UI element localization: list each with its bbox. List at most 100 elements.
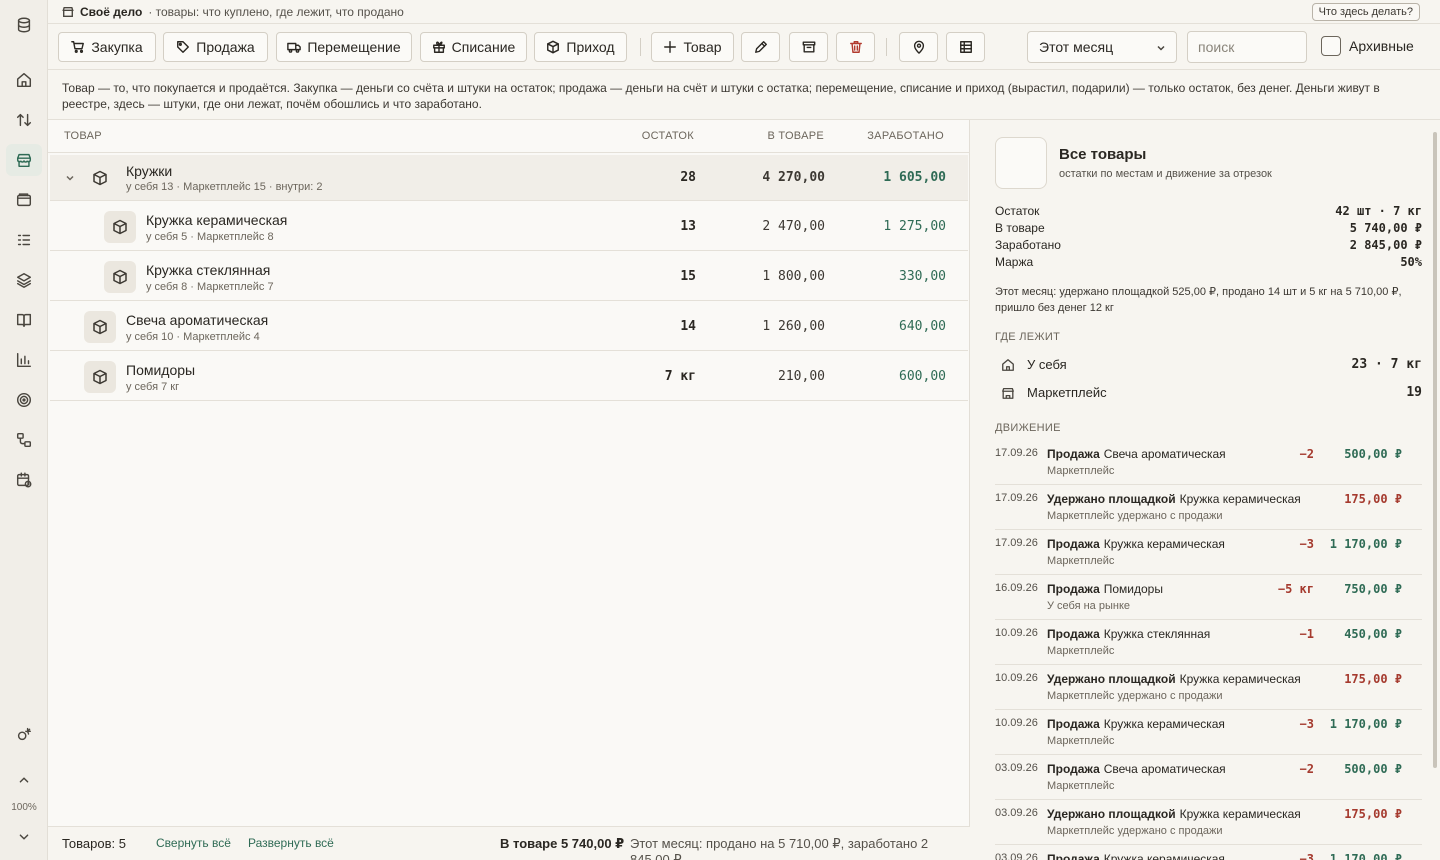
movement-item: Кружка керамическая bbox=[1179, 807, 1301, 821]
panel-scrollbar[interactable] bbox=[1433, 132, 1437, 768]
table-row[interactable]: Кружка стеклянная у себя 8 · Маркетплейс… bbox=[50, 252, 968, 301]
archive-toggle[interactable]: Архивные bbox=[1321, 36, 1414, 56]
bar-chart-icon[interactable] bbox=[6, 344, 42, 376]
home-icon[interactable] bbox=[6, 64, 42, 96]
location-button[interactable] bbox=[899, 32, 938, 62]
item-name: Кружки bbox=[126, 163, 173, 179]
move-button[interactable]: Перемещение bbox=[276, 32, 412, 62]
app-name: Своё дело bbox=[80, 4, 143, 19]
item-stock: 28 bbox=[680, 170, 696, 185]
movement-date: 10.09.26 bbox=[995, 717, 1038, 729]
help-button[interactable]: Что здесь делать? bbox=[1311, 3, 1420, 21]
database-icon[interactable] bbox=[6, 9, 42, 41]
item-name: Помидоры bbox=[126, 362, 196, 378]
movement-date: 17.09.26 bbox=[995, 492, 1038, 504]
target-icon[interactable] bbox=[6, 384, 42, 416]
details-panel: Все товары остатки по местам и движение … bbox=[971, 120, 1440, 860]
flow-icon[interactable] bbox=[6, 424, 42, 456]
chevron-down-icon[interactable] bbox=[65, 173, 75, 183]
movement-location: Маркетплейс bbox=[1047, 465, 1115, 477]
period-select[interactable]: Этот месяц bbox=[1027, 31, 1177, 63]
table-row[interactable]: Помидоры у себя 7 кг 7 кг 210,00 600,00 bbox=[50, 352, 968, 401]
movement-row[interactable]: 10.09.26 Продажа Кружка керамическая Маркет… bbox=[995, 710, 1422, 755]
calendar-clock-icon[interactable] bbox=[6, 464, 42, 496]
search-input[interactable] bbox=[1187, 31, 1307, 63]
movement-row[interactable]: 17.09.26 Продажа Кружка керамическая Маркет… bbox=[995, 530, 1422, 575]
movement-row[interactable]: 17.09.26 Продажа Свеча ароматическая Маркет… bbox=[995, 440, 1422, 485]
table-row-group[interactable]: Кружки у себя 13 · Маркетплейс 15 · внут… bbox=[50, 155, 968, 201]
expand-all-link[interactable]: Развернуть всё bbox=[248, 836, 334, 850]
movement-row[interactable]: 17.09.26 Удержано площадкой Кружка керамич… bbox=[995, 485, 1422, 530]
panel-title: Все товары bbox=[1059, 146, 1147, 163]
book-icon[interactable] bbox=[6, 304, 42, 336]
list-icon[interactable] bbox=[6, 224, 42, 256]
movement-title: Удержано площадкой Кружка керамическая bbox=[1047, 492, 1301, 506]
item-earned: 1 275,00 bbox=[883, 219, 946, 234]
collapse-all-link[interactable]: Свернуть всё bbox=[156, 836, 231, 850]
location-row[interactable]: У себя 23 · 7 кг bbox=[995, 353, 1422, 379]
store-icon[interactable] bbox=[6, 144, 42, 176]
archive-checkbox[interactable] bbox=[1321, 36, 1341, 56]
location-row[interactable]: Маркетплейс 19 bbox=[995, 381, 1422, 407]
zoom-out-chevron-icon[interactable] bbox=[6, 821, 42, 853]
table-row[interactable]: Свеча ароматическая у себя 10 · Маркетпл… bbox=[50, 302, 968, 351]
movement-row[interactable]: 03.09.26 Продажа Свеча ароматическая Маркет… bbox=[995, 755, 1422, 800]
movement-item: Свеча ароматическая bbox=[1103, 447, 1226, 461]
item-locations: у себя 13 · Маркетплейс 15 · внутри: 2 bbox=[126, 181, 323, 193]
total-value: В товаре 5 740,00 ₽ bbox=[500, 836, 625, 851]
income-button[interactable]: Приход bbox=[534, 32, 627, 62]
archive-icon bbox=[802, 41, 815, 53]
table-header: ТОВАР ОСТАТОК В ТОВАРЕ ЗАРАБОТАНО bbox=[48, 120, 970, 153]
table-row[interactable]: Кружка керамическая у себя 5 · Маркетпле… bbox=[50, 202, 968, 251]
zoom-in-chevron-icon[interactable] bbox=[6, 764, 42, 796]
movement-row[interactable]: 10.09.26 Продажа Кружка стеклянная Маркетпл… bbox=[995, 620, 1422, 665]
movement-row[interactable]: 16.09.26 Продажа Помидоры У себя на рынке −5… bbox=[995, 575, 1422, 620]
movement-date: 03.09.26 bbox=[995, 852, 1038, 860]
movement-qty: −1 bbox=[1299, 627, 1314, 641]
movement-kind: Продажа bbox=[1047, 582, 1100, 596]
purchase-button[interactable]: Закупка bbox=[58, 32, 156, 62]
wallet-icon[interactable] bbox=[6, 184, 42, 216]
movement-qty: −3 bbox=[1299, 852, 1314, 860]
item-value: 1 800,00 bbox=[762, 269, 825, 284]
writeoff-button[interactable]: Списание bbox=[420, 32, 527, 62]
edit-button[interactable] bbox=[741, 32, 780, 62]
layers-icon[interactable] bbox=[6, 264, 42, 296]
transfer-arrows-icon[interactable] bbox=[6, 104, 42, 136]
package-icon bbox=[104, 261, 136, 293]
delete-button[interactable] bbox=[836, 32, 875, 62]
movement-title: Продажа Свеча ароматическая bbox=[1047, 447, 1226, 461]
movement-date: 17.09.26 bbox=[995, 537, 1038, 549]
movement-row[interactable]: 03.09.26 Удержано площадкой Кружка керамич… bbox=[995, 800, 1422, 845]
table-view-button[interactable] bbox=[946, 32, 985, 62]
stat-row: Маржа 50% bbox=[995, 255, 1422, 269]
movement-location: Маркетплейс bbox=[1047, 780, 1115, 792]
zoom-level: 100% bbox=[11, 802, 37, 813]
item-value: 2 470,00 bbox=[762, 219, 825, 234]
movement-title: Продажа Кружка керамическая bbox=[1047, 717, 1225, 731]
movement-location: Маркетплейс bbox=[1047, 555, 1115, 567]
item-locations: у себя 10 · Маркетплейс 4 bbox=[126, 331, 260, 343]
movement-amount: 500,00 ₽ bbox=[1344, 762, 1402, 776]
add-item-button[interactable]: Товар bbox=[651, 32, 734, 62]
archive-button[interactable] bbox=[789, 32, 828, 62]
movement-location: Маркетплейс удержано с продажи bbox=[1047, 690, 1223, 702]
toolbar: Закупка Продажа Перемещение Списание При… bbox=[48, 24, 1440, 70]
movement-kind: Продажа bbox=[1047, 717, 1100, 731]
movement-kind: Продажа bbox=[1047, 852, 1100, 860]
movement-kind: Продажа bbox=[1047, 627, 1100, 641]
movement-qty: −2 bbox=[1299, 762, 1314, 776]
store-icon bbox=[1002, 387, 1014, 399]
sale-button[interactable]: Продажа bbox=[163, 32, 268, 62]
movement-item: Помидоры bbox=[1103, 582, 1163, 596]
movement-kind: Удержано площадкой bbox=[1047, 807, 1176, 821]
status-footer: Товаров: 5 Свернуть всё Развернуть всё В… bbox=[48, 826, 970, 860]
movement-row[interactable]: 03.09.26ПродажаКружка керамическаяМаркет… bbox=[995, 845, 1422, 860]
truck-icon bbox=[287, 42, 302, 53]
movement-location: Маркетплейс bbox=[1047, 645, 1115, 657]
movement-location: Маркетплейс удержано с продажи bbox=[1047, 510, 1223, 522]
movement-kind: Продажа bbox=[1047, 537, 1100, 551]
movement-row[interactable]: 10.09.26 Удержано площадкой Кружка керамич… bbox=[995, 665, 1422, 710]
theme-toggle-icon[interactable] bbox=[6, 718, 42, 750]
stat-row: В товаре 5 740,00 ₽ bbox=[995, 221, 1422, 235]
